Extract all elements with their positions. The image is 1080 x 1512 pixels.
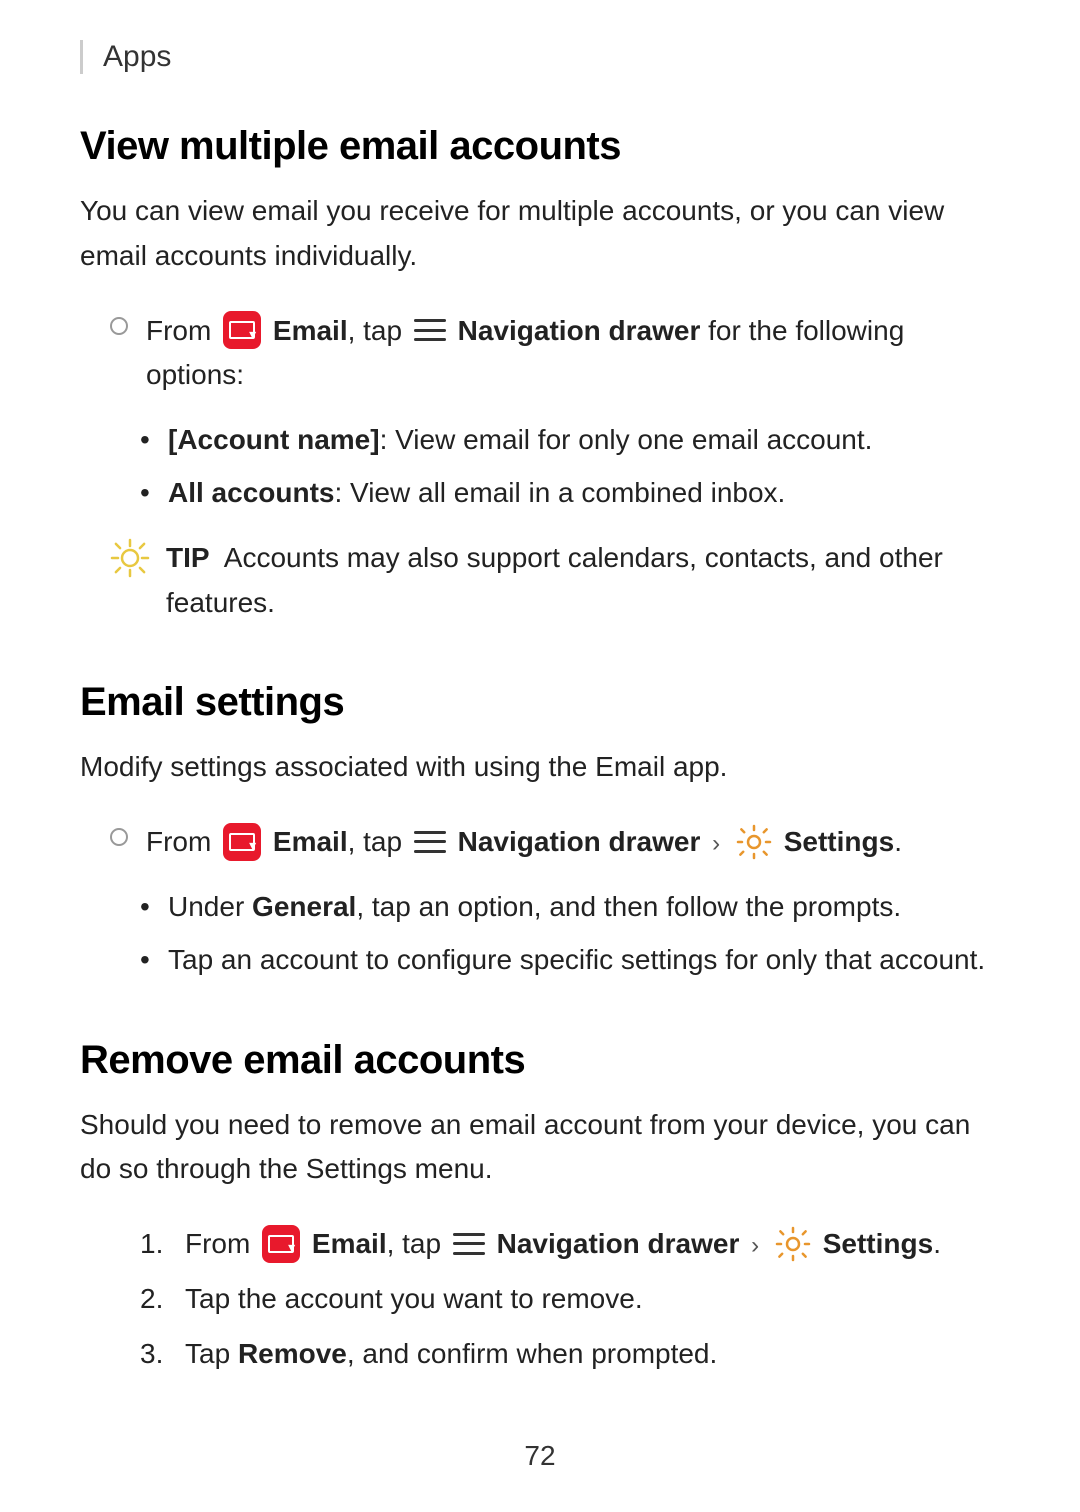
section-heading-remove-email: Remove email accounts xyxy=(80,1038,1000,1083)
breadcrumb-label: Apps xyxy=(103,40,171,73)
section-view-multiple: View multiple email accounts You can vie… xyxy=(80,124,1000,625)
email-icon xyxy=(223,311,261,349)
list-item: 1. From Email, tap Navigation drawer › S… xyxy=(140,1222,1000,1267)
page-container: Apps View multiple email accounts You ca… xyxy=(0,0,1080,1512)
tip-text: Accounts may also support calendars, con… xyxy=(166,542,943,618)
tip-content: TIP Accounts may also support calendars,… xyxy=(166,536,1000,626)
nav-drawer-label-settings: Navigation drawer xyxy=(458,826,701,857)
list-item: All accounts: View all email in a combin… xyxy=(140,471,1000,516)
list-item: Under General, tap an option, and then f… xyxy=(140,885,1000,930)
breadcrumb: Apps xyxy=(80,40,1000,74)
step-row-email-settings: From Email, tap Navigation drawer › Sett… xyxy=(80,820,1000,865)
circle-bullet xyxy=(110,317,128,335)
email-icon-settings xyxy=(223,823,261,861)
section-remove-email: Remove email accounts Should you need to… xyxy=(80,1038,1000,1377)
page-number: 72 xyxy=(524,1440,555,1472)
ordered-list-remove-email: 1. From Email, tap Navigation drawer › S… xyxy=(140,1222,1000,1376)
tip-icon xyxy=(110,538,150,578)
section-intro-remove-email: Should you need to remove an email accou… xyxy=(80,1103,1000,1193)
list-item: Tap an account to configure specific set… xyxy=(140,938,1000,983)
nav-drawer-icon-remove xyxy=(453,1233,485,1255)
email-label-settings: Email xyxy=(273,826,348,857)
step-content-email-settings: From Email, tap Navigation drawer › Sett… xyxy=(146,820,1000,865)
circle-bullet-settings xyxy=(110,828,128,846)
section-intro-view-multiple: You can view email you receive for multi… xyxy=(80,189,1000,279)
gear-icon-remove xyxy=(775,1226,811,1262)
chevron-icon-settings: › xyxy=(712,830,720,857)
settings-label: Settings xyxy=(784,826,894,857)
section-heading-email-settings: Email settings xyxy=(80,680,1000,725)
email-icon-remove xyxy=(262,1225,300,1263)
bullet-list-view-multiple: [Account name]: View email for only one … xyxy=(140,418,1000,516)
email-label: Email xyxy=(273,315,348,346)
settings-label-remove: Settings xyxy=(823,1228,933,1259)
nav-drawer-label: Navigation drawer xyxy=(458,315,701,346)
tip-label: TIP xyxy=(166,542,210,573)
step-content-view-multiple: From Email, tap Navigation drawer for th… xyxy=(146,309,1000,399)
section-heading-view-multiple: View multiple email accounts xyxy=(80,124,1000,169)
section-email-settings: Email settings Modify settings associate… xyxy=(80,680,1000,982)
item-num-3: 3. xyxy=(140,1332,163,1377)
bullet-list-email-settings: Under General, tap an option, and then f… xyxy=(140,885,1000,983)
item-num-2: 2. xyxy=(140,1277,163,1322)
section-intro-email-settings: Modify settings associated with using th… xyxy=(80,745,1000,790)
item-num-1: 1. xyxy=(140,1222,163,1267)
gear-icon-settings xyxy=(736,824,772,860)
list-item: [Account name]: View email for only one … xyxy=(140,418,1000,463)
nav-drawer-label-remove: Navigation drawer xyxy=(497,1228,740,1259)
list-item: 2. Tap the account you want to remove. xyxy=(140,1277,1000,1322)
nav-drawer-icon-settings xyxy=(414,831,446,853)
list-item: 3. Tap Remove, and confirm when prompted… xyxy=(140,1332,1000,1377)
email-label-remove: Email xyxy=(312,1228,387,1259)
nav-drawer-icon xyxy=(414,319,446,341)
step-row-view-multiple: From Email, tap Navigation drawer for th… xyxy=(80,309,1000,399)
chevron-icon-remove: › xyxy=(751,1232,759,1259)
tip-row: TIP Accounts may also support calendars,… xyxy=(110,536,1000,626)
